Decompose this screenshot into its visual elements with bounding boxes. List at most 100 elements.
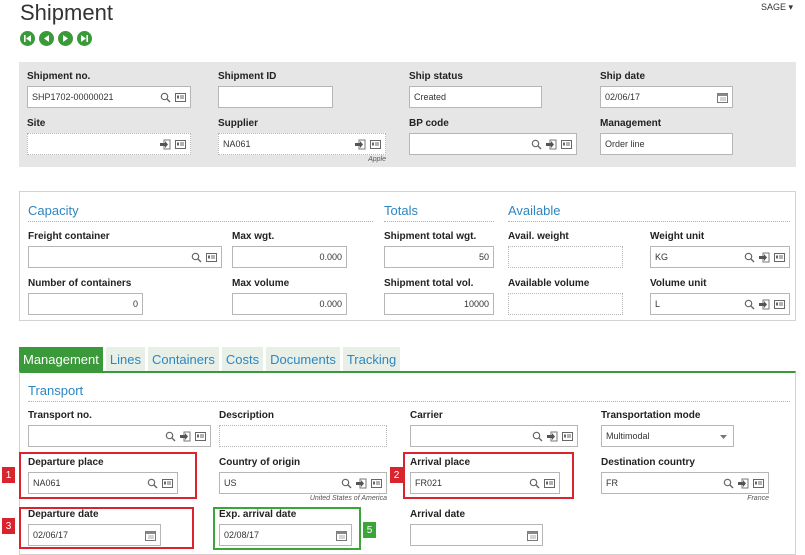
detail-icon[interactable] bbox=[371, 478, 382, 489]
max-wgt-value: 0.000 bbox=[319, 252, 342, 262]
supplier-description: Apple bbox=[368, 156, 386, 163]
select-icon[interactable] bbox=[759, 252, 770, 263]
select-icon[interactable] bbox=[738, 478, 749, 489]
tab-management[interactable]: Management bbox=[19, 347, 103, 371]
max-wgt-input[interactable]: 0.000 bbox=[232, 246, 347, 268]
bp-code-input[interactable] bbox=[409, 133, 577, 155]
shipment-total-vol-input[interactable]: 10000 bbox=[384, 293, 494, 315]
tab-costs[interactable]: Costs bbox=[221, 347, 264, 371]
supplier-value: NA061 bbox=[223, 139, 251, 149]
calendar-icon[interactable] bbox=[717, 92, 728, 103]
detail-icon[interactable] bbox=[206, 252, 217, 263]
supplier-input[interactable]: NA061 bbox=[218, 133, 386, 155]
detail-icon[interactable] bbox=[562, 431, 573, 442]
user-menu[interactable]: SAGE ▾ bbox=[761, 2, 793, 13]
weight-unit-label: Weight unit bbox=[650, 231, 705, 242]
max-wgt-label: Max wgt. bbox=[232, 231, 275, 242]
number-of-containers-input[interactable]: 0 bbox=[28, 293, 143, 315]
search-icon[interactable] bbox=[165, 431, 176, 442]
freight-container-label: Freight container bbox=[28, 231, 110, 242]
detail-icon[interactable] bbox=[195, 431, 206, 442]
destination-country-input[interactable]: FR bbox=[601, 472, 769, 494]
search-icon[interactable] bbox=[191, 252, 202, 263]
shipment-no-input[interactable]: SHP1702-00000021 bbox=[27, 86, 191, 108]
last-record-icon[interactable] bbox=[77, 31, 92, 46]
max-volume-label: Max volume bbox=[232, 278, 290, 289]
shipment-total-vol-label: Shipment total vol. bbox=[384, 278, 474, 289]
select-icon[interactable] bbox=[180, 431, 191, 442]
select-icon[interactable] bbox=[759, 299, 770, 310]
capacity-title: Capacity bbox=[28, 203, 79, 218]
totals-title: Totals bbox=[384, 203, 418, 218]
select-icon[interactable] bbox=[355, 139, 366, 150]
select-icon[interactable] bbox=[546, 139, 557, 150]
totals-divider bbox=[384, 221, 494, 222]
tab-containers[interactable]: Containers bbox=[147, 347, 219, 371]
detail-icon[interactable] bbox=[370, 139, 381, 150]
management-input: Order line bbox=[600, 133, 733, 155]
capacity-panel: Capacity Totals Available Freight contai… bbox=[19, 191, 796, 321]
annotation-badge-5: 5 bbox=[363, 522, 376, 538]
search-icon[interactable] bbox=[744, 252, 755, 263]
search-icon[interactable] bbox=[341, 478, 352, 489]
first-record-icon[interactable] bbox=[20, 31, 35, 46]
site-label: Site bbox=[27, 118, 46, 129]
shipment-id-field: Shipment ID bbox=[218, 71, 276, 85]
calendar-icon[interactable] bbox=[527, 530, 538, 541]
highlight-arrival-place bbox=[403, 452, 574, 499]
previous-record-icon[interactable] bbox=[39, 31, 54, 46]
annotation-badge-3: 3 bbox=[2, 518, 15, 534]
site-input[interactable] bbox=[27, 133, 191, 155]
record-navigation bbox=[20, 31, 92, 46]
detail-icon[interactable] bbox=[561, 139, 572, 150]
transportation-mode-select[interactable]: Multimodal bbox=[601, 425, 734, 447]
detail-icon[interactable] bbox=[774, 299, 785, 310]
freight-container-input[interactable] bbox=[28, 246, 222, 268]
ship-status-value: Created bbox=[414, 92, 447, 102]
detail-icon[interactable] bbox=[774, 252, 785, 263]
management-label: Management bbox=[600, 118, 662, 129]
max-volume-input[interactable]: 0.000 bbox=[232, 293, 347, 315]
ship-date-label: Ship date bbox=[600, 71, 646, 82]
select-icon[interactable] bbox=[160, 139, 171, 150]
transport-no-input[interactable] bbox=[28, 425, 211, 447]
shipment-no-label: Shipment no. bbox=[27, 71, 91, 82]
ship-date-field: Ship date bbox=[600, 71, 645, 85]
description-input bbox=[219, 425, 387, 447]
country-of-origin-input[interactable]: US bbox=[219, 472, 387, 494]
select-icon[interactable] bbox=[547, 431, 558, 442]
shipment-id-input[interactable] bbox=[218, 86, 333, 108]
arrival-date-input[interactable] bbox=[410, 524, 543, 546]
shipment-total-wgt-label: Shipment total wgt. bbox=[384, 231, 477, 242]
tab-tracking[interactable]: Tracking bbox=[342, 347, 401, 371]
shipment-total-wgt-input[interactable]: 50 bbox=[384, 246, 494, 268]
available-title: Available bbox=[508, 203, 561, 218]
ship-date-input[interactable]: 02/06/17 bbox=[600, 86, 733, 108]
carrier-input[interactable] bbox=[410, 425, 578, 447]
volume-unit-input[interactable]: L bbox=[650, 293, 790, 315]
number-of-containers-label: Number of containers bbox=[28, 278, 132, 289]
highlight-departure-place bbox=[19, 452, 197, 499]
detail-icon[interactable] bbox=[753, 478, 764, 489]
search-icon[interactable] bbox=[160, 92, 171, 103]
bp-code-field: BP code bbox=[409, 118, 449, 132]
volume-unit-label: Volume unit bbox=[650, 278, 707, 289]
capacity-divider bbox=[28, 221, 373, 222]
weight-unit-input[interactable]: KG bbox=[650, 246, 790, 268]
next-record-icon[interactable] bbox=[58, 31, 73, 46]
detail-icon[interactable] bbox=[175, 92, 186, 103]
search-icon[interactable] bbox=[723, 478, 734, 489]
bp-code-label: BP code bbox=[409, 118, 449, 129]
shipment-no-value: SHP1702-00000021 bbox=[32, 92, 114, 102]
transportation-mode-label: Transportation mode bbox=[601, 410, 701, 421]
search-icon[interactable] bbox=[532, 431, 543, 442]
chevron-down-icon[interactable] bbox=[718, 431, 729, 442]
site-field: Site bbox=[27, 118, 45, 132]
detail-icon[interactable] bbox=[175, 139, 186, 150]
search-icon[interactable] bbox=[744, 299, 755, 310]
available-volume-label: Available volume bbox=[508, 278, 590, 289]
select-icon[interactable] bbox=[356, 478, 367, 489]
tab-lines[interactable]: Lines bbox=[105, 347, 145, 371]
tab-documents[interactable]: Documents bbox=[266, 347, 340, 371]
search-icon[interactable] bbox=[531, 139, 542, 150]
